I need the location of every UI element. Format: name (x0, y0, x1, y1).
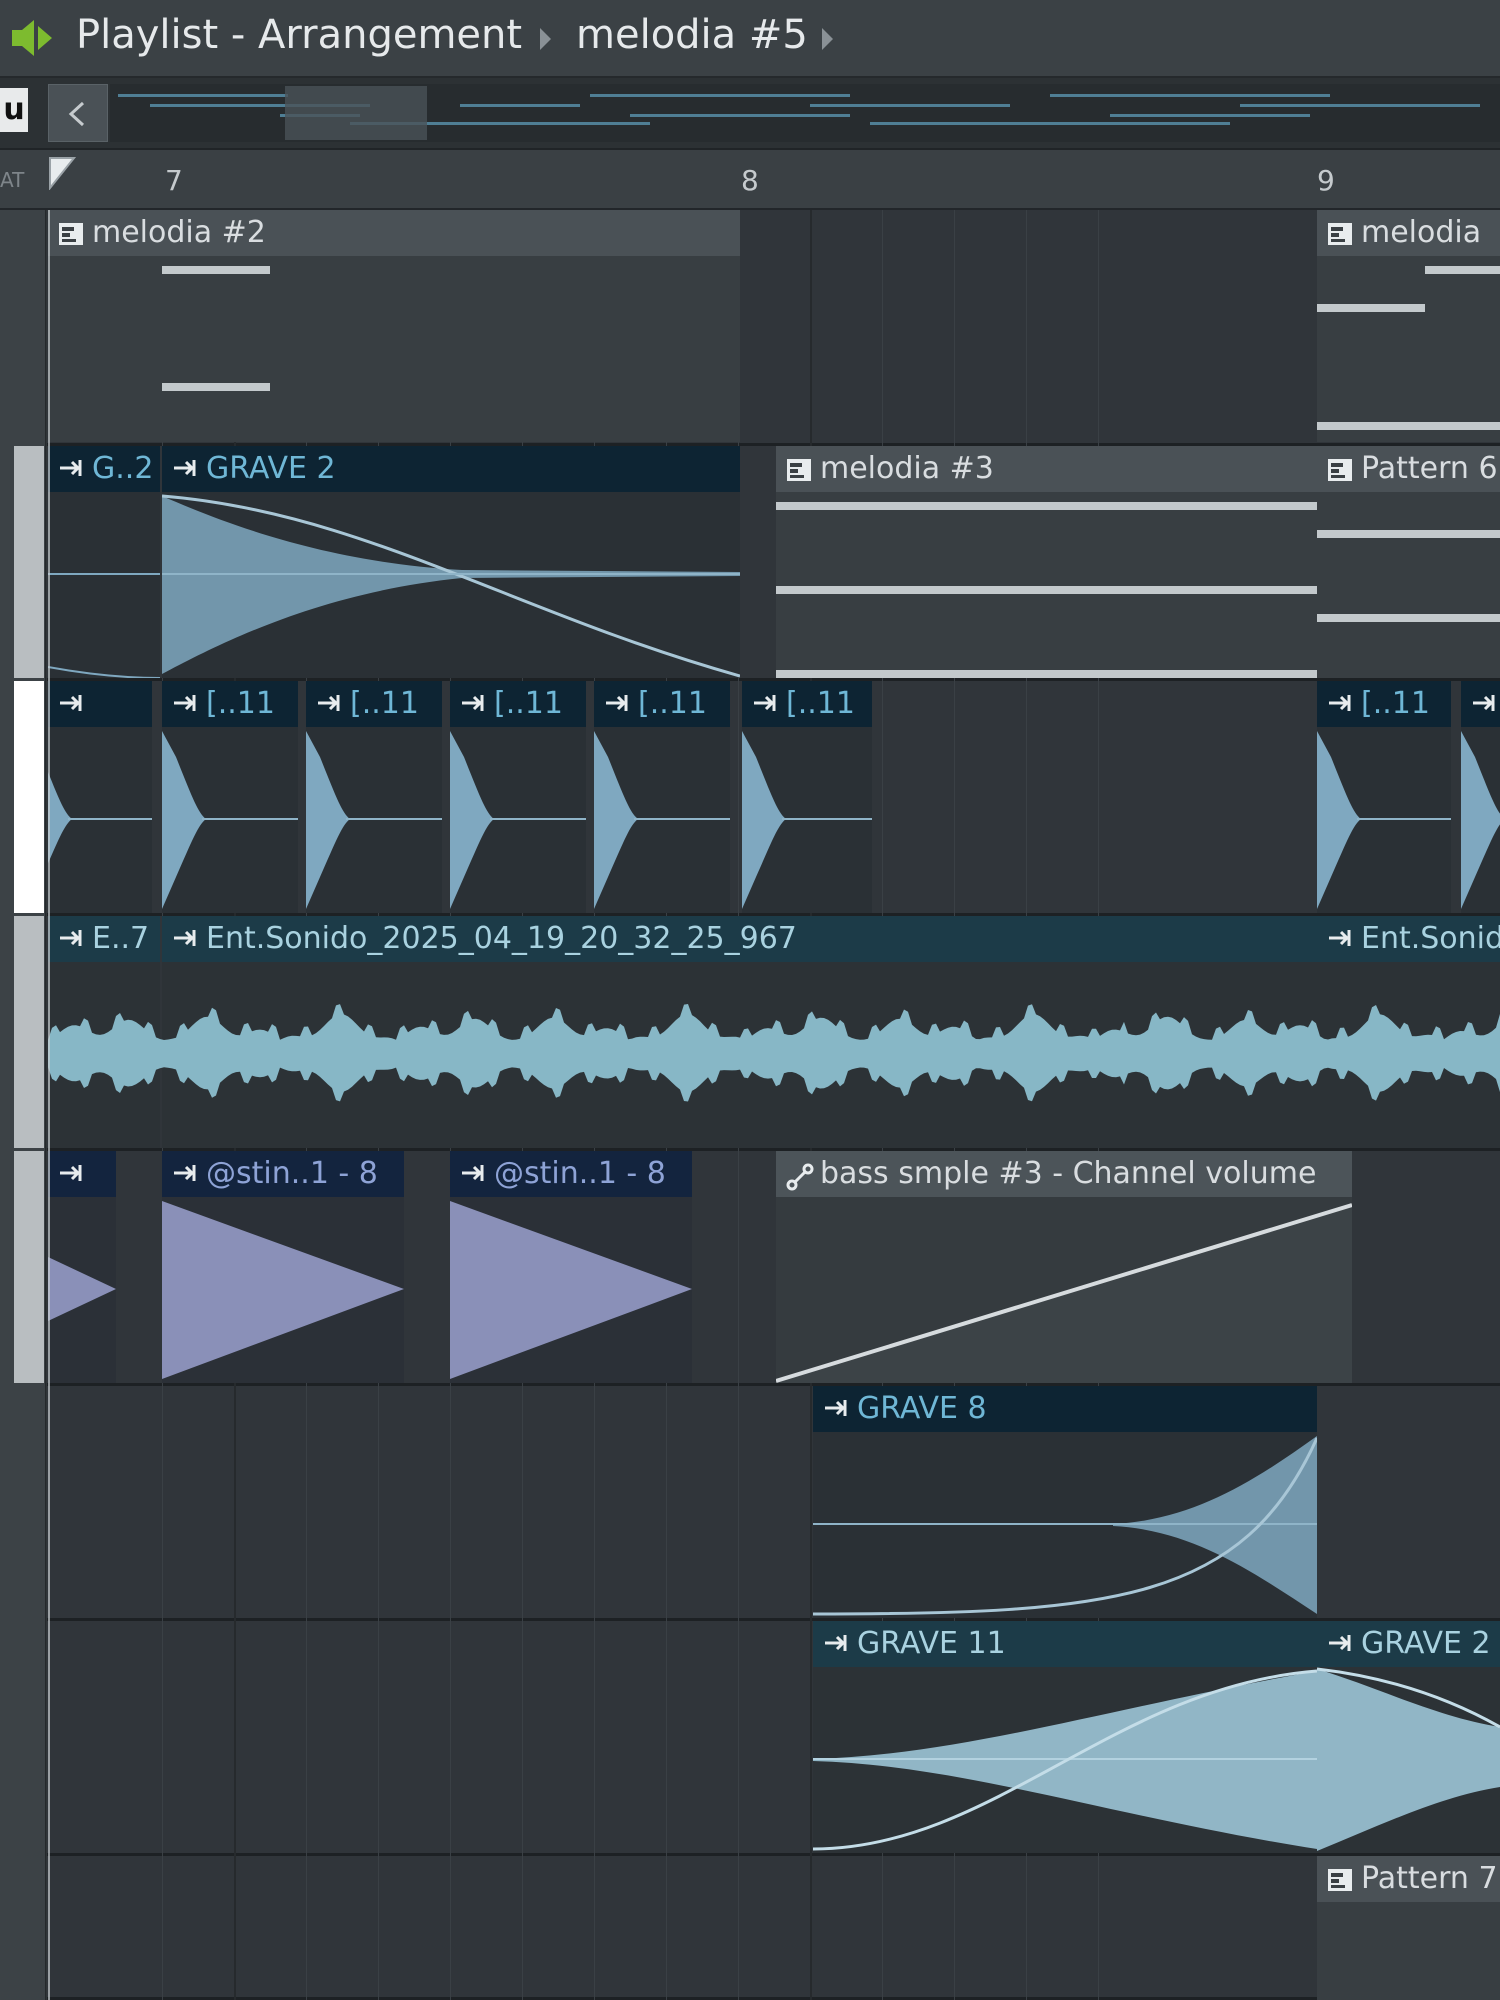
audio-clip-icon (1329, 930, 1351, 946)
playlist-window: Playlist - Arrangement melodia #5 u AT 7… (0, 0, 1500, 2000)
piano-roll-icon (1328, 459, 1352, 481)
audio-clip-icon (1329, 695, 1351, 711)
breadcrumb-arrow-icon (540, 28, 551, 50)
clip-label: Pattern 6 (1361, 451, 1498, 486)
track-header-1[interactable] (0, 210, 46, 446)
clip-label: E..7 (92, 921, 150, 956)
audio-clip-icon (174, 695, 196, 711)
clip-melodia-2[interactable]: melodia #2 (48, 210, 740, 442)
overview-view-window[interactable] (285, 86, 427, 140)
audio-clip-icon (825, 1400, 847, 1416)
piano-roll-icon (1328, 1869, 1352, 1891)
bar-label-9: 9 (1317, 164, 1335, 197)
audio-clip-icon (825, 1635, 847, 1651)
clip-melodia-right[interactable]: melodia (1317, 210, 1500, 442)
audio-clip-icon (60, 930, 82, 946)
bar-label-7: 7 (165, 164, 183, 197)
window-title: Playlist - Arrangement (76, 12, 523, 58)
clip-label: melodia #2 (92, 215, 266, 250)
audio-clip-icon (174, 460, 196, 476)
clip-label: GRAVE 2 (206, 451, 336, 486)
clip-slice[interactable]: [..11 (306, 681, 442, 913)
clip-label: bass smple #3 - Channel volume (820, 1156, 1317, 1191)
clip-pattern-6[interactable]: Pattern 6 (1317, 446, 1500, 678)
clip-slice[interactable]: [..11 (742, 681, 872, 913)
track-area[interactable]: melodia #2 melodia G..2 GRAVE 2 melodia … (0, 210, 1500, 2000)
playhead-line (48, 210, 50, 2000)
track-header-8[interactable] (0, 1856, 46, 2000)
current-pattern-name[interactable]: melodia #5 (576, 12, 808, 58)
clip-label: [..11 (638, 686, 707, 721)
speaker-icon[interactable] (8, 14, 60, 66)
ruler-corner-label: AT (0, 168, 25, 192)
chevron-left-icon (68, 101, 85, 127)
playhead-marker-icon[interactable] (48, 156, 77, 194)
clip-bass-automation[interactable]: bass smple #3 - Channel volume (776, 1151, 1352, 1383)
clip-grave-11[interactable]: GRAVE 11 (813, 1621, 1317, 1853)
bar-label-8: 8 (741, 164, 759, 197)
clip-label: melodia #3 (820, 451, 994, 486)
clip-stin-1[interactable]: @stin..1 - 8 (162, 1151, 404, 1383)
clip-grave-2[interactable]: GRAVE 2 (162, 446, 740, 678)
clip-label: [..11 (350, 686, 419, 721)
audio-clip-icon (1329, 1635, 1351, 1651)
clip-stin-short[interactable] (48, 1151, 116, 1383)
clip-stin-2[interactable]: @stin..1 - 8 (450, 1151, 692, 1383)
audio-clip-icon (60, 695, 82, 711)
track-header-6[interactable] (0, 1386, 46, 1621)
track-header-3[interactable] (0, 681, 46, 916)
clip-slice[interactable]: [..11 (594, 681, 730, 913)
clip-label: @stin..1 - 8 (494, 1156, 666, 1191)
piano-roll-icon (787, 459, 811, 481)
clip-label: Ent.Sonido_2025_04_19_20_32_25_967 (206, 921, 797, 956)
clip-slice[interactable]: [..11 (1317, 681, 1451, 913)
playlist-overview: u (0, 78, 1500, 150)
audio-clip-icon (462, 1165, 484, 1181)
clip-label: melodia (1361, 215, 1482, 250)
clip-grave-2-right[interactable]: GRAVE 2 (1317, 1621, 1500, 1853)
audio-clip-icon (174, 930, 196, 946)
audio-clip-icon (60, 1165, 82, 1181)
track-header-7[interactable] (0, 1621, 46, 1856)
title-bar: Playlist - Arrangement melodia #5 (0, 0, 1500, 78)
clip-label: [..11 (206, 686, 275, 721)
track-header-2[interactable] (0, 446, 46, 681)
scroll-left-button[interactable] (48, 84, 108, 142)
clip-slice[interactable]: [..11 (450, 681, 586, 913)
track-row[interactable] (47, 1856, 1500, 2000)
clip-label: G..2 (92, 451, 154, 486)
clip-melodia-3[interactable]: melodia #3 (776, 446, 1352, 678)
audio-clip-icon (1473, 695, 1495, 711)
clip-label: [..11 (494, 686, 563, 721)
clip-label: GRAVE 2 (1361, 1626, 1491, 1661)
clip-pattern-7[interactable]: Pattern 7 (1317, 1856, 1500, 2000)
clip-label: GRAVE 8 (857, 1391, 987, 1426)
clip-slice[interactable] (48, 681, 152, 913)
clip-slice[interactable] (1461, 681, 1500, 913)
clip-g2-short[interactable]: G..2 (48, 446, 160, 678)
track-header-4[interactable] (0, 916, 46, 1151)
audio-clip-icon (754, 695, 776, 711)
audio-clip-icon (60, 460, 82, 476)
clip-label: Pattern 7 (1361, 1861, 1498, 1896)
pattern-menu-arrow-icon[interactable] (822, 28, 833, 50)
audio-clip-icon (174, 1165, 196, 1181)
clip-label: Ent.Sonido (1361, 921, 1500, 956)
track-header-5[interactable] (0, 1151, 46, 1386)
overview-tag[interactable]: u (0, 88, 28, 132)
audio-clip-icon (462, 695, 484, 711)
clip-label: [..11 (786, 686, 855, 721)
automation-icon (786, 1163, 814, 1191)
clip-grave-8[interactable]: GRAVE 8 (813, 1386, 1317, 1618)
speech-waveform (48, 1004, 1500, 1102)
piano-roll-icon (1328, 223, 1352, 245)
clip-label: GRAVE 11 (857, 1626, 1006, 1661)
clip-label: [..11 (1361, 686, 1430, 721)
clip-label: @stin..1 - 8 (206, 1156, 378, 1191)
audio-clip-icon (318, 695, 340, 711)
piano-roll-icon (59, 223, 83, 245)
audio-clip-icon (606, 695, 628, 711)
timeline-ruler[interactable]: AT 7 8 9 (0, 150, 1500, 210)
clip-slice[interactable]: [..11 (162, 681, 298, 913)
